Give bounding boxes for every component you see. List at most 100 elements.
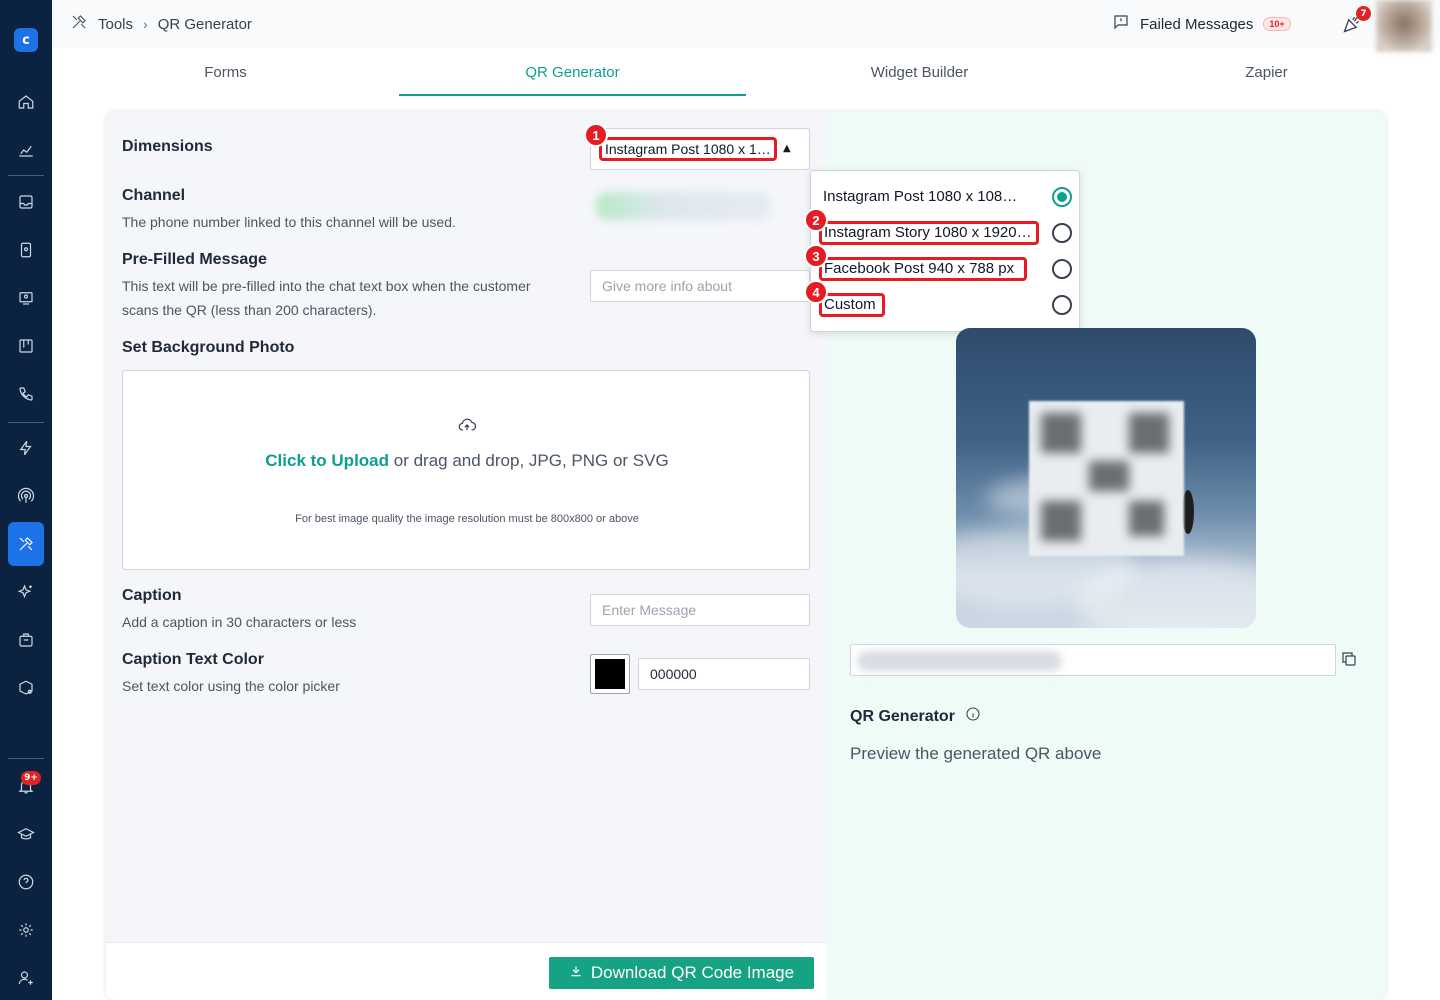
- tab-qr-generator[interactable]: QR Generator: [399, 48, 746, 96]
- qr-cell: [1041, 413, 1081, 453]
- tab-zapier[interactable]: Zapier: [1093, 48, 1440, 96]
- tools-icon: [70, 13, 88, 35]
- copy-icon[interactable]: [1340, 650, 1358, 668]
- tab-widget-builder[interactable]: Widget Builder: [746, 48, 1093, 96]
- preview-title: QR Generator: [850, 706, 981, 727]
- phone-icon[interactable]: [14, 382, 38, 406]
- caret-up-icon: ▲: [783, 143, 791, 154]
- upload-instructions: Click to Upload or drag and drop, JPG, P…: [123, 449, 811, 473]
- dimensions-dropdown-menu: Instagram Post 1080 x 1080 px Instagram …: [810, 170, 1080, 332]
- antenna-icon[interactable]: [14, 484, 38, 508]
- qr-cell: [1129, 413, 1169, 453]
- annotation-marker-3: 3: [804, 244, 828, 268]
- option-label: Custom: [819, 293, 885, 317]
- dropdown-option-instagram-story[interactable]: Instagram Story 1080 x 1920 px: [819, 221, 1073, 245]
- prefilled-message-input[interactable]: Give more info about: [590, 270, 810, 302]
- option-label: Facebook Post 940 x 788 px: [819, 257, 1027, 281]
- caption-color-description: Set text color using the color picker: [122, 678, 340, 694]
- board-icon[interactable]: [14, 334, 38, 358]
- qr-cell: [1041, 501, 1081, 541]
- sidebar: c 9+: [0, 0, 52, 1000]
- home-icon[interactable]: [14, 90, 38, 114]
- settings-panel: Dimensions Instagram Post 1080 x 1080 px…: [106, 112, 826, 1000]
- gear-icon[interactable]: [14, 918, 38, 942]
- caption-color-hex-input[interactable]: 000000: [638, 658, 810, 690]
- prefilled-message-label: Pre-Filled Message: [122, 251, 267, 268]
- radio-unselected[interactable]: [1052, 295, 1072, 315]
- caption-color-label: Caption Text Color: [122, 651, 264, 668]
- dimensions-select[interactable]: Instagram Post 1080 x 1080 px ▲: [590, 128, 810, 170]
- analytics-icon[interactable]: [14, 138, 38, 162]
- channel-label: Channel: [122, 187, 186, 204]
- qr-link-redacted: [857, 651, 1062, 671]
- preview-title-text: QR Generator: [850, 707, 955, 725]
- app-logo[interactable]: c: [14, 28, 38, 52]
- dropdown-option-custom[interactable]: Custom: [819, 293, 1073, 317]
- color-picker-swatch[interactable]: [590, 654, 630, 694]
- cloud-upload-icon: [457, 415, 477, 435]
- user-settings-icon[interactable]: [14, 966, 38, 990]
- announcement-button[interactable]: 7: [1342, 6, 1371, 38]
- channel-description: The phone number linked to this channel …: [122, 214, 456, 230]
- sidebar-divider: [8, 175, 44, 176]
- breadcrumb: Tools › QR Generator: [70, 0, 252, 48]
- info-icon[interactable]: [965, 706, 981, 727]
- qr-preview-image: [956, 328, 1256, 628]
- background-upload-dropzone[interactable]: Click to Upload or drag and drop, JPG, P…: [122, 370, 810, 570]
- dimensions-selected-value: Instagram Post 1080 x 1080 px: [599, 137, 777, 161]
- download-icon: [569, 963, 583, 983]
- avatar[interactable]: [1376, 0, 1432, 52]
- lightning-icon[interactable]: [14, 436, 38, 460]
- party-popper-icon: [1342, 16, 1362, 38]
- chevron-right-icon: ›: [143, 16, 148, 32]
- background-photo-label: Set Background Photo: [122, 339, 295, 356]
- inbox-icon[interactable]: [14, 190, 38, 214]
- sparkles-icon[interactable]: [14, 580, 38, 604]
- qr-link-field[interactable]: [850, 644, 1336, 676]
- dropdown-option-facebook-post[interactable]: Facebook Post 940 x 788 px: [819, 257, 1073, 281]
- failed-messages-button[interactable]: Failed Messages 10+: [1112, 0, 1291, 48]
- broadcast-icon[interactable]: [14, 286, 38, 310]
- breadcrumb-root[interactable]: Tools: [98, 16, 133, 33]
- option-label: Instagram Post 1080 x 1080 px: [823, 188, 1023, 205]
- tab-forms[interactable]: Forms: [52, 48, 399, 96]
- qr-code-redacted: [1029, 401, 1184, 556]
- qr-cell: [1129, 501, 1164, 536]
- radio-selected[interactable]: [1052, 187, 1072, 207]
- preview-description: Preview the generated QR above: [850, 744, 1102, 763]
- failed-messages-badge: 10+: [1263, 17, 1291, 31]
- color-swatch-fill: [595, 659, 625, 689]
- download-qr-label: Download QR Code Image: [590, 963, 795, 982]
- dropdown-option-instagram-post[interactable]: Instagram Post 1080 x 1080 px: [823, 185, 1073, 209]
- package-settings-icon[interactable]: [14, 676, 38, 700]
- caption-input[interactable]: Enter Message: [590, 594, 810, 626]
- upload-text: or drag and drop, JPG, PNG or SVG: [389, 451, 669, 470]
- caption-label: Caption: [122, 587, 182, 604]
- qr-cell: [1089, 461, 1129, 491]
- radio-unselected[interactable]: [1052, 223, 1072, 243]
- contacts-icon[interactable]: [14, 238, 38, 262]
- channel-select-redacted[interactable]: [596, 192, 771, 220]
- click-to-upload-link[interactable]: Click to Upload: [265, 451, 389, 470]
- briefcase-icon[interactable]: [14, 628, 38, 652]
- caption-description: Add a caption in 30 characters or less: [122, 614, 357, 630]
- notification-badge: 9+: [21, 771, 41, 785]
- sidebar-divider: [8, 758, 44, 759]
- annotation-marker-1: 1: [584, 123, 608, 147]
- prefilled-message-description: This text will be pre-filled into the ch…: [122, 278, 531, 318]
- option-label: Instagram Story 1080 x 1920 px: [819, 221, 1039, 245]
- download-qr-button[interactable]: Download QR Code Image: [549, 957, 814, 989]
- failed-messages-label: Failed Messages: [1140, 15, 1254, 33]
- announcement-badge: 7: [1356, 6, 1371, 21]
- upload-resolution-note: For best image quality the image resolut…: [295, 513, 639, 525]
- graduation-icon[interactable]: [14, 822, 38, 846]
- top-bar: Tools › QR Generator Failed Messages 10+…: [52, 0, 1440, 52]
- radio-unselected[interactable]: [1052, 259, 1072, 279]
- breadcrumb-current: QR Generator: [157, 15, 252, 33]
- dimensions-label: Dimensions: [122, 138, 213, 155]
- annotation-marker-2: 2: [804, 208, 828, 232]
- tab-bar: Forms QR Generator Widget Builder Zapier: [52, 48, 1440, 96]
- sidebar-divider: [8, 422, 44, 423]
- help-icon[interactable]: [14, 870, 38, 894]
- tools-icon[interactable]: [14, 532, 38, 556]
